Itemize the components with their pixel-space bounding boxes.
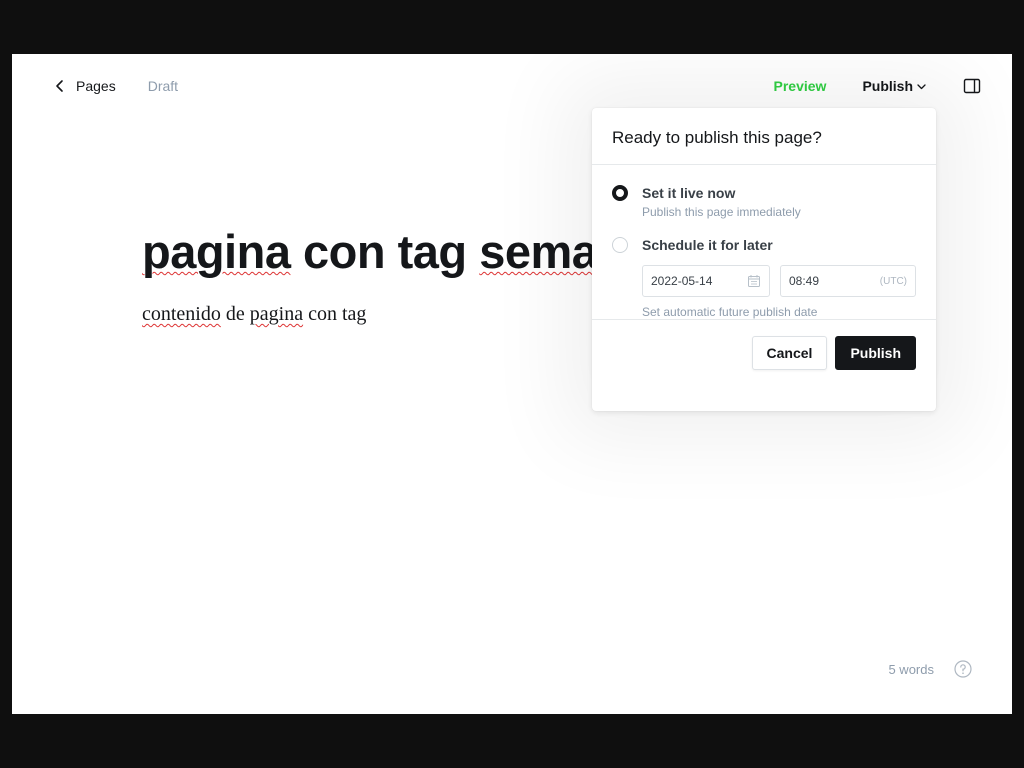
publish-popover-heading: Ready to publish this page? <box>592 108 936 165</box>
editor-topbar-right: Preview Publish <box>774 76 983 96</box>
word-count: 5 words <box>888 661 934 677</box>
preview-button[interactable]: Preview <box>774 78 827 94</box>
publish-trigger-label: Publish <box>862 78 913 94</box>
time-value: 08:49 <box>789 274 820 288</box>
schedule-fields: 2022-05-14 08:49 (UTC) <box>642 265 916 297</box>
sidebar-toggle-icon[interactable] <box>962 76 982 96</box>
schedule-date-input[interactable]: 2022-05-14 <box>642 265 770 297</box>
chevron-down-icon <box>917 82 926 91</box>
editor-footer: 5 words <box>888 660 972 678</box>
body-word: tag <box>341 303 367 325</box>
editor-canvas: Pages Draft Preview Publish pagina con t… <box>12 54 1012 714</box>
editor-topbar-left: Pages Draft <box>52 78 178 94</box>
publish-popover: Ready to publish this page? Set it live … <box>592 108 936 411</box>
help-circle-icon[interactable] <box>954 660 972 678</box>
cancel-button[interactable]: Cancel <box>751 336 828 370</box>
chevron-left-icon <box>52 78 68 94</box>
body-word: contenido <box>142 303 221 325</box>
publish-popover-footer: Cancel Publish <box>592 320 936 386</box>
timezone-label: (UTC) <box>879 275 907 287</box>
date-value: 2022-05-14 <box>651 274 713 288</box>
calendar-icon[interactable] <box>747 274 761 288</box>
option-label: Set it live now <box>642 185 736 201</box>
option-help: Publish this page immediately <box>642 205 801 219</box>
body-word: pagina <box>249 303 304 325</box>
page-body[interactable]: contenido de pagina con tag <box>142 303 597 326</box>
option-schedule[interactable]: Schedule it for later 2022-05-14 08:49 (… <box>612 237 916 319</box>
publish-button[interactable]: Publish <box>835 336 916 370</box>
publish-menu-trigger[interactable]: Publish <box>862 78 926 94</box>
title-word: sema <box>479 225 598 278</box>
publish-options: Set it live now Publish this page immedi… <box>592 165 936 320</box>
radio-schedule[interactable] <box>612 237 628 253</box>
schedule-help: Set automatic future publish date <box>642 305 818 319</box>
title-word: pagina <box>142 225 291 278</box>
editor-content: pagina con tag sema contenido de pagina … <box>142 224 598 326</box>
back-to-pages-link[interactable]: Pages <box>52 78 116 94</box>
option-label: Schedule it for later <box>642 237 773 253</box>
post-status: Draft <box>147 78 179 94</box>
back-link-label: Pages <box>76 78 116 94</box>
option-publish-now[interactable]: Set it live now Publish this page immedi… <box>612 185 916 219</box>
schedule-time-input[interactable]: 08:49 (UTC) <box>780 265 916 297</box>
radio-publish-now[interactable] <box>612 185 628 201</box>
body-word: con <box>308 303 337 325</box>
page-title[interactable]: pagina con tag sema <box>142 224 598 279</box>
body-word: de <box>225 303 245 325</box>
